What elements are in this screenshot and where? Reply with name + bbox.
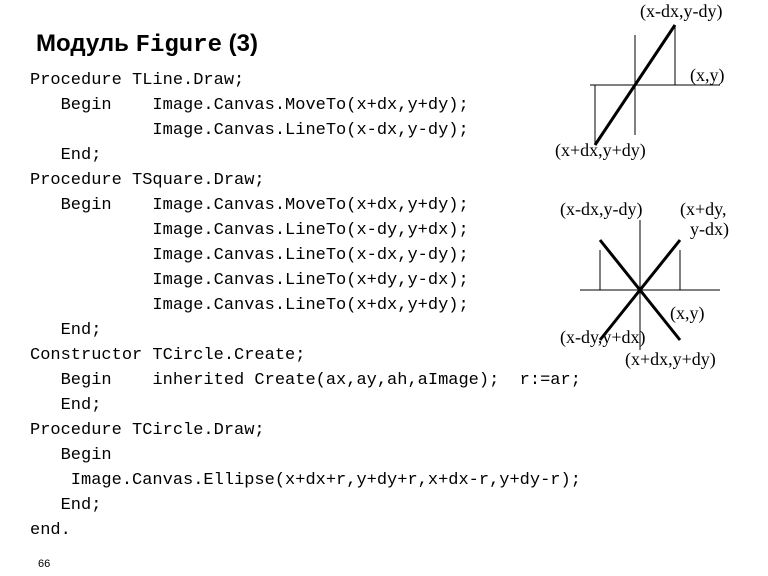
title-suffix: (3)	[222, 30, 258, 57]
line-diagram: (x-dx,y-dy) (x,y) (x+dx,y+dy)	[570, 5, 768, 180]
diag2-label-bottomleft: (x-dy,y+dx)	[560, 327, 645, 348]
title-keyword: Figure	[136, 32, 222, 59]
slide: Модуль Figure (3) Procedure TLine.Draw; …	[0, 0, 768, 576]
diag2-label-bottomright: (x+dx,y+dy)	[625, 349, 716, 370]
slide-title: Модуль Figure (3)	[36, 30, 258, 59]
title-prefix: Модуль	[36, 30, 136, 57]
diag2-label-topright2: y-dx)	[690, 219, 729, 240]
square-diagram: (x-dx,y-dy) (x+dy, y-dx) (x,y) (x-dy,y+d…	[570, 195, 768, 395]
diag2-label-topright1: (x+dy,	[680, 199, 726, 220]
diag1-label-bottomright: (x+dx,y+dy)	[555, 140, 646, 161]
code-block: Procedure TLine.Draw; Begin Image.Canvas…	[30, 68, 581, 543]
diag1-label-center: (x,y)	[690, 65, 725, 86]
diag1-label-topleft: (x-dx,y-dy)	[640, 1, 722, 22]
page-number: 66	[38, 558, 50, 570]
diag2-label-center: (x,y)	[670, 303, 705, 324]
diag2-label-topleft: (x-dx,y-dy)	[560, 199, 642, 220]
